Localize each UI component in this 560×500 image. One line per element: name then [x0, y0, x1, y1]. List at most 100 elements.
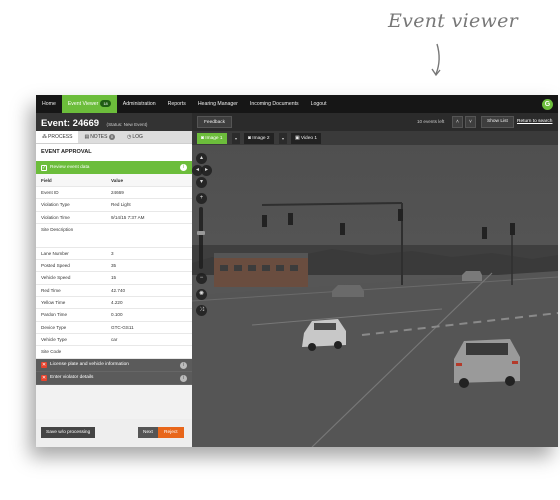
step-violator-details[interactable]: ✕ Enter violator details i — [36, 371, 192, 385]
field-value: 0.100 — [111, 312, 123, 318]
brightness-icon: ✺ — [198, 291, 205, 297]
step-violator-label: Enter violator details — [50, 375, 94, 381]
field-value: 3 — [111, 250, 114, 256]
arrow-down-icon: ▾ — [199, 179, 203, 185]
zoom-slider[interactable] — [197, 207, 205, 269]
feedback-button[interactable]: Feedback — [197, 116, 233, 128]
next-event-button[interactable]: ˅ — [465, 116, 476, 128]
nav-event-viewer[interactable]: Event Viewer 18 — [61, 95, 117, 113]
app-window: Home Event Viewer 18 Administration Repor… — [36, 95, 558, 447]
info-icon[interactable]: i — [180, 374, 187, 382]
field-value: 24669 — [111, 190, 124, 195]
next-button[interactable]: Next — [138, 427, 158, 438]
zoom-out-button[interactable]: − — [196, 273, 207, 284]
col-field-header: Field — [41, 178, 52, 183]
show-list-button[interactable]: Show List — [481, 116, 514, 128]
nav-hearing-manager[interactable]: Hearing Manager — [192, 95, 244, 113]
tab-notes[interactable]: ▤NOTES 0 — [78, 131, 120, 143]
field-label: Vehicle Speed — [41, 275, 71, 281]
field-value: 42.740 — [111, 287, 126, 293]
panel-tabs: ⁂PROCESS ▤NOTES 0 ◷LOG — [36, 131, 192, 144]
arrow-up-icon: ▴ — [199, 155, 203, 161]
section-title: EVENT APPROVAL — [36, 144, 192, 161]
event-count-badge: 18 — [100, 100, 111, 108]
reset-view-button[interactable]: ⤨ — [196, 305, 207, 316]
shuffle-icon: ⤨ — [199, 307, 204, 313]
pan-up-button[interactable]: ▴ — [196, 153, 207, 164]
save-without-processing-button[interactable]: Save w/o processing — [41, 427, 96, 438]
arrow-left-icon: ◂ — [195, 167, 199, 173]
step-license-label: License plate and vehicle information — [50, 362, 129, 368]
tab-video-1[interactable]: ▣ Video 1 — [291, 133, 322, 144]
pan-down-button[interactable]: ▾ — [196, 177, 207, 188]
nav-administration[interactable]: Administration — [117, 95, 162, 113]
step-review-event-data[interactable]: ✓ Review event data i — [36, 161, 192, 174]
tab-process[interactable]: ⁂PROCESS — [36, 131, 79, 143]
field-label: Site Code — [41, 349, 62, 355]
check-icon: ✓ — [41, 164, 47, 171]
notes-count-badge: 0 — [108, 133, 115, 140]
table-row: Violation Type Red Light — [36, 199, 192, 212]
event-header: Event: 24669 (Status: New Event) — [36, 113, 192, 131]
tab-image-1-label: Image 1 — [205, 136, 223, 141]
tab-log[interactable]: ◷LOG — [121, 131, 149, 143]
field-label: Lane Number — [41, 250, 69, 256]
table-row: Lane Number 3 — [36, 248, 192, 261]
previous-event-button[interactable]: ˄ — [452, 116, 463, 128]
chevron-down-icon: ˅ — [469, 119, 472, 125]
chevron-up-icon: ˄ — [456, 119, 459, 125]
field-label: Posted Speed — [41, 263, 70, 269]
zoom-slider-handle[interactable] — [197, 231, 205, 235]
tab-image-2[interactable]: ◙ Image 2 — [244, 133, 274, 144]
nav-logout[interactable]: Logout — [305, 95, 333, 113]
image-2-dropdown[interactable]: ▾ — [279, 133, 287, 144]
tab-image-1[interactable]: ◙ Image 1 — [197, 133, 227, 144]
field-label: Yellow Time — [41, 300, 66, 306]
reject-button[interactable]: Reject — [158, 427, 184, 438]
incomplete-icon: ✕ — [41, 374, 47, 381]
fields-header: Field Value — [36, 174, 192, 187]
viewer-toolbar: Feedback 10 events left ˄ ˅ Show List Re… — [192, 113, 558, 131]
info-icon[interactable]: i — [180, 361, 187, 369]
field-value — [111, 346, 192, 357]
media-viewer: Feedback 10 events left ˄ ˅ Show List Re… — [192, 113, 558, 447]
table-row: Event ID 24669 — [36, 187, 192, 200]
info-icon[interactable]: i — [180, 164, 187, 171]
tab-image-2-label: Image 2 — [252, 136, 270, 141]
arrow-right-icon: ▸ — [204, 167, 208, 173]
traffic-camera-image[interactable]: ▴ ◂ ▸ ▾ + − ✺ ⤨ — [192, 145, 558, 447]
field-label: Device Type — [41, 324, 67, 330]
step-review-label: Review event data — [50, 165, 90, 170]
field-label: Violation Type — [41, 202, 70, 208]
minus-icon: − — [199, 275, 204, 281]
nav-incoming-documents[interactable]: Incoming Documents — [244, 95, 305, 113]
table-row: Site Code — [36, 346, 192, 359]
action-bar: Save w/o processing Next Reject — [36, 419, 192, 447]
nav-reports[interactable]: Reports — [162, 95, 192, 113]
notes-icon: ▤ — [84, 134, 90, 140]
table-row: Pardon Time 0.100 — [36, 309, 192, 322]
table-row: Site Description — [36, 224, 192, 248]
auto-adjust-button[interactable]: ✺ — [196, 289, 207, 300]
return-to-search-link[interactable]: Return to search — [517, 116, 552, 128]
table-row: Red Time 42.740 — [36, 285, 192, 298]
field-value: car — [111, 336, 118, 342]
events-left-count: 10 events left — [417, 119, 445, 124]
table-row: Violation Time 9/14/15 7:37 AM — [36, 212, 192, 224]
field-value: 15 — [111, 275, 117, 281]
field-value: GTC-GS11 — [111, 324, 134, 330]
caret-down-icon: ▾ — [234, 136, 237, 141]
table-row: Yellow Time 4.220 — [36, 297, 192, 310]
tab-log-label: LOG — [132, 134, 143, 140]
nav-home[interactable]: Home — [36, 95, 62, 113]
zoom-in-button[interactable]: + — [196, 193, 207, 204]
plus-icon: + — [199, 195, 204, 201]
pan-right-button[interactable]: ▸ — [201, 165, 212, 176]
image-1-dropdown[interactable]: ▾ — [232, 133, 240, 144]
incomplete-icon: ✕ — [41, 361, 47, 368]
caption-arrow-icon — [431, 43, 441, 77]
process-icon: ⁂ — [42, 134, 47, 140]
field-value: 4.220 — [111, 300, 123, 306]
field-label: Event ID — [41, 190, 59, 195]
step-license-plate[interactable]: ✕ License plate and vehicle information … — [36, 358, 192, 372]
